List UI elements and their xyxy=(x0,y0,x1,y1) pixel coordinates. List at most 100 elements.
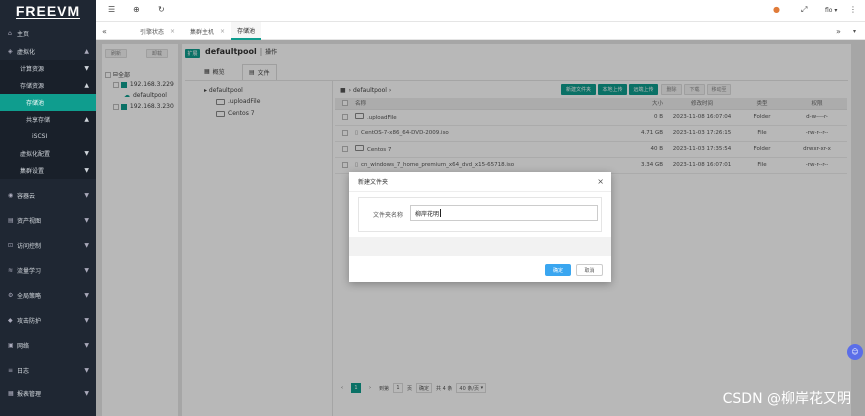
container-icon: ◉ xyxy=(8,192,14,199)
sidebar-item-home[interactable]: ⌂ 主页 xyxy=(0,24,96,42)
report-icon: ▦ xyxy=(8,389,14,397)
sidebar-item-label: 容器云 xyxy=(17,193,36,200)
chevron-down-icon: ▼ xyxy=(84,292,89,299)
sidebar-item-access[interactable]: ⊡ 访问控制 ▼ xyxy=(0,233,96,258)
shield-icon: ◆ xyxy=(8,317,13,324)
globe-icon[interactable]: ⊕ xyxy=(133,5,140,14)
sidebar-item-label: iSCSI xyxy=(32,133,48,140)
top-bar: ☰ ⊕ ↻ ● ⤢ flo ▾ ⋮ xyxy=(96,0,865,22)
sidebar-item-cluster[interactable]: 集群设置 ▼ xyxy=(0,162,96,179)
tab-label: 引擎状态 xyxy=(140,28,165,36)
folder-name-input[interactable]: 柳岸花明 xyxy=(410,205,598,221)
tab-bar: « 引擎状态 × 集群主机 × 存储池 » ▾ xyxy=(96,22,865,40)
chevron-down-icon: ▼ xyxy=(84,267,89,274)
sidebar-item-global-policy[interactable]: ⚙ 全局策略 ▼ xyxy=(0,283,96,308)
sidebar-item-label: 访问控制 xyxy=(17,243,42,250)
sidebar-item-label: 攻击防护 xyxy=(17,318,42,325)
sidebar-item-label: 虚拟化配置 xyxy=(20,151,51,158)
fullscreen-icon[interactable]: ⤢ xyxy=(801,5,807,15)
sidebar-item-label: 计算资源 xyxy=(20,66,45,73)
sidebar-item-traffic[interactable]: ≋ 流量学习 ▼ xyxy=(0,258,96,283)
tabs-next-icon[interactable]: » xyxy=(836,22,841,40)
confirm-button[interactable]: 确定 xyxy=(545,264,571,276)
chevron-up-icon: ▲ xyxy=(84,116,89,123)
network-icon: ▣ xyxy=(8,342,14,349)
tab-engine-status[interactable]: 引擎状态 × xyxy=(140,22,175,40)
new-folder-dialog: 新建文件夹 × 文件夹名称 柳岸花明 确定 取消 xyxy=(349,172,611,282)
chevron-down-icon: ▼ xyxy=(84,192,89,199)
tab-cluster-hosts[interactable]: 集群主机 × xyxy=(190,22,225,40)
sidebar-item-label: 主页 xyxy=(17,30,30,38)
user-name: flo xyxy=(825,7,833,14)
refresh-icon[interactable]: ↻ xyxy=(158,5,165,14)
logo-text: FREEVM xyxy=(15,2,81,19)
close-icon[interactable]: × xyxy=(170,28,175,35)
folder-name-label: 文件夹名称 xyxy=(373,212,404,219)
sidebar-item-label: 存储池 xyxy=(26,100,45,107)
assistant-icon[interactable]: ☺ xyxy=(847,344,863,360)
dialog-footer xyxy=(349,237,611,256)
sidebar-item-virtualization[interactable]: ◈ 虚拟化 ▲ xyxy=(0,42,96,60)
sidebar-item-log[interactable]: ≡ 日志 ▼ xyxy=(0,358,96,383)
log-icon: ≡ xyxy=(8,367,14,374)
dialog-form: 文件夹名称 柳岸花明 xyxy=(358,197,602,232)
chevron-down-icon: ▼ xyxy=(84,342,89,349)
sidebar-item-iscsi[interactable]: iSCSI xyxy=(0,128,96,145)
assets-icon: ▤ xyxy=(8,217,14,224)
tab-storage-pool[interactable]: 存储池 xyxy=(231,22,262,40)
sidebar-item-compute[interactable]: 计算资源 ▼ xyxy=(0,60,96,77)
sidebar-item-label: 网络 xyxy=(17,343,30,350)
sidebar-item-attack[interactable]: ◆ 攻击防护 ▼ xyxy=(0,308,96,333)
theme-icon[interactable]: ● xyxy=(773,5,780,14)
sidebar-item-label: 集群设置 xyxy=(20,168,45,175)
sidebar-item-shared-storage[interactable]: 共享存储 ▲ xyxy=(0,111,96,128)
access-icon: ⊡ xyxy=(8,242,14,249)
sidebar-item-label: 资产视图 xyxy=(17,218,42,225)
chevron-up-icon: ▲ xyxy=(84,47,89,55)
sidebar-item-label: 日志 xyxy=(17,368,30,375)
button-label: 确定 xyxy=(552,267,563,274)
close-icon[interactable]: × xyxy=(220,28,225,35)
button-label: 取消 xyxy=(584,267,595,274)
user-menu[interactable]: flo ▾ xyxy=(825,7,837,14)
home-icon: ⌂ xyxy=(8,29,12,37)
cancel-button[interactable]: 取消 xyxy=(576,264,603,276)
chevron-down-icon: ▼ xyxy=(84,242,89,249)
chevron-up-icon: ▲ xyxy=(84,82,89,89)
logo: FREEVM xyxy=(0,0,96,22)
sidebar-item-storage[interactable]: 存储资源 ▲ xyxy=(0,77,96,94)
sidebar-item-virt-config[interactable]: 虚拟化配置 ▼ xyxy=(0,145,96,162)
close-icon[interactable]: × xyxy=(597,177,604,186)
tab-label: 存储池 xyxy=(237,27,256,35)
sidebar-item-network[interactable]: ▣ 网络 ▼ xyxy=(0,333,96,358)
sidebar-item-label: 共享存储 xyxy=(26,117,51,124)
chevron-down-icon: ▼ xyxy=(84,167,89,174)
chevron-down-icon: ▼ xyxy=(84,389,89,397)
sidebar-item-storage-pool[interactable]: 存储池 xyxy=(0,94,96,111)
chevron-down-icon: ▼ xyxy=(84,317,89,324)
menu-icon[interactable]: ☰ xyxy=(108,5,115,14)
sidebar-item-label: 虚拟化 xyxy=(17,48,36,56)
chevron-down-icon: ▼ xyxy=(84,65,89,72)
tab-label: 集群主机 xyxy=(190,28,215,36)
traffic-icon: ≋ xyxy=(8,267,14,274)
sidebar-item-report[interactable]: ▦ 报表管理 ▼ xyxy=(0,383,96,403)
text-cursor xyxy=(440,209,442,217)
sidebar-item-container[interactable]: ◉ 容器云 ▼ xyxy=(0,183,96,208)
chevron-down-icon: ▼ xyxy=(84,150,89,157)
folder-name-value: 柳岸花明 xyxy=(415,210,440,218)
sidebar-item-label: 存储资源 xyxy=(20,83,45,90)
sidebar-item-assets[interactable]: ▤ 资产视图 ▼ xyxy=(0,208,96,233)
settings-icon[interactable]: ⋮ xyxy=(849,5,857,14)
dialog-header: 新建文件夹 × xyxy=(349,172,611,192)
sidebar-item-label: 报表管理 xyxy=(17,390,42,398)
virtualization-icon: ◈ xyxy=(8,47,13,55)
sidebar-item-label: 全局策略 xyxy=(17,293,42,300)
tabs-prev-icon[interactable]: « xyxy=(102,22,107,40)
chevron-down-icon: ▼ xyxy=(84,367,89,374)
chevron-down-icon: ▼ xyxy=(84,217,89,224)
tabs-menu-icon[interactable]: ▾ xyxy=(853,22,856,40)
sidebar: FREEVM ⌂ 主页 ◈ 虚拟化 ▲ 计算资源 ▼ 存储资源 ▲ 存储池 共享存储 ▲ i… xyxy=(0,0,96,416)
dialog-title: 新建文件夹 xyxy=(358,179,389,186)
sidebar-item-label: 流量学习 xyxy=(17,268,42,275)
